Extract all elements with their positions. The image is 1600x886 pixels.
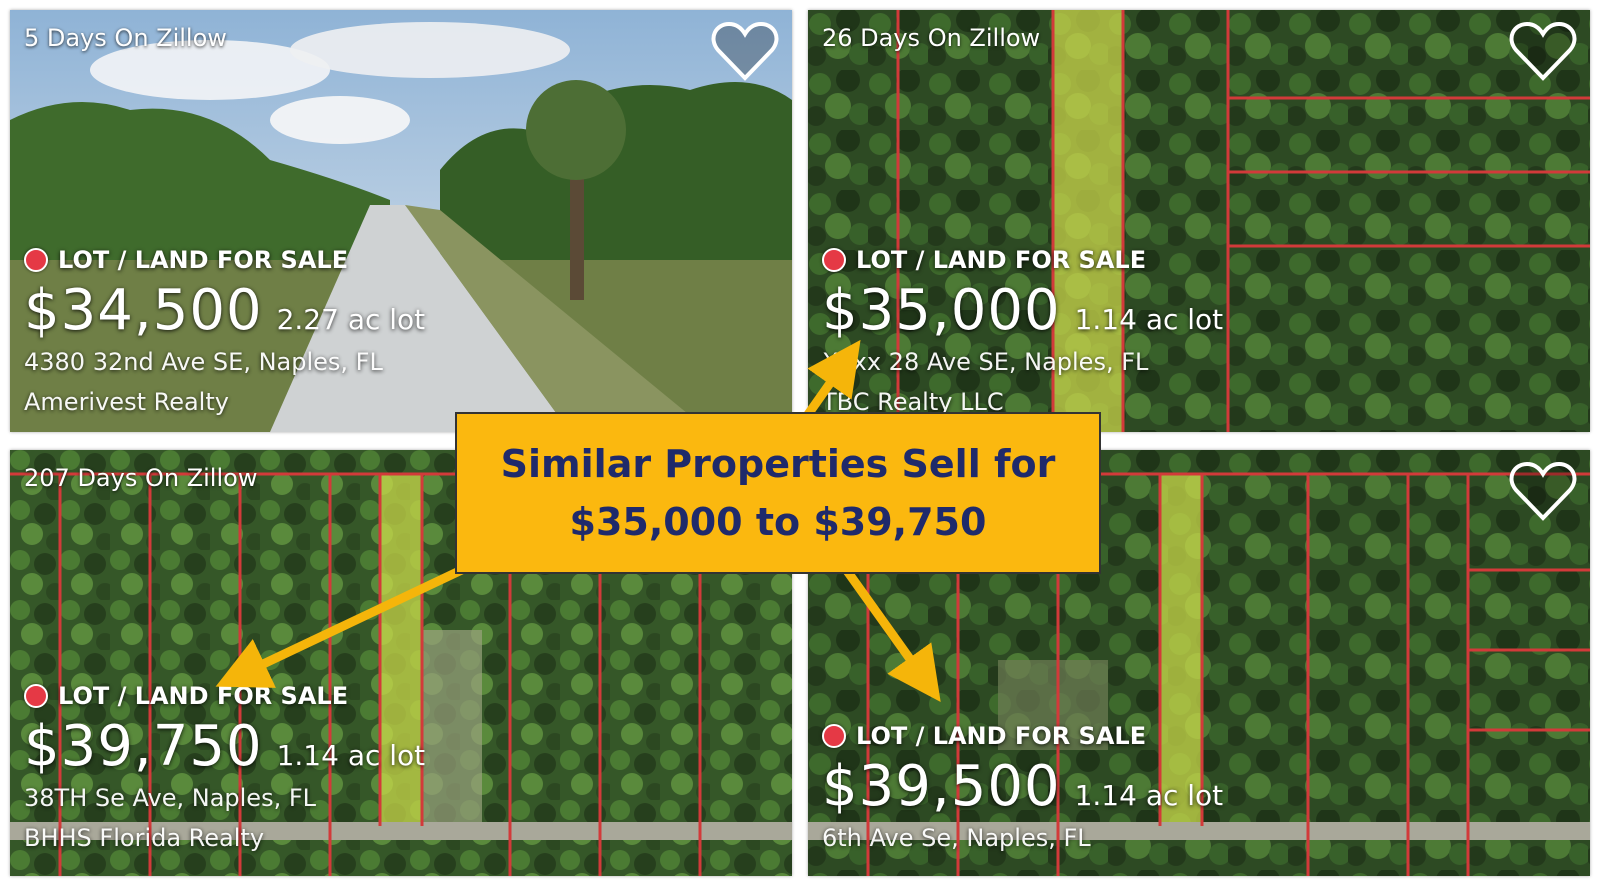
red-dot-icon — [822, 724, 846, 748]
listing-price: $39,750 — [24, 714, 263, 779]
listing-price: $39,500 — [822, 754, 1061, 819]
listing-info: LOT / LAND FOR SALE $39,750 1.14 ac lot … — [24, 678, 425, 858]
lot-size: 1.14 ac lot — [276, 739, 426, 772]
callout-line-1: Similar Properties Sell for — [500, 442, 1056, 486]
heart-outline-icon[interactable] — [1508, 460, 1578, 524]
price-range-callout: Similar Properties Sell for $35,000 to $… — [455, 412, 1101, 574]
listing-card-2[interactable]: 26 Days On Zillow LOT / LAND FOR SALE $3… — [808, 10, 1590, 432]
listing-info: LOT / LAND FOR SALE $34,500 2.27 ac lot … — [24, 242, 425, 422]
days-on-zillow: 26 Days On Zillow — [822, 24, 1041, 52]
days-on-zillow: 207 Days On Zillow — [24, 464, 258, 492]
listing-address[interactable]: 4380 32nd Ave SE, Naples, FL — [24, 342, 425, 382]
status-label: LOT / LAND FOR SALE — [856, 722, 1147, 750]
heart-outline-icon[interactable] — [710, 20, 780, 84]
listing-status: LOT / LAND FOR SALE — [24, 242, 425, 278]
listing-status: LOT / LAND FOR SALE — [822, 242, 1223, 278]
days-on-zillow: 5 Days On Zillow — [24, 24, 227, 52]
listing-price: $35,000 — [822, 278, 1061, 343]
listing-info: LOT / LAND FOR SALE $35,000 1.14 ac lot … — [822, 242, 1223, 422]
lot-size: 2.27 ac lot — [276, 303, 426, 336]
listing-address[interactable]: Xxxx 28 Ave SE, Naples, FL — [822, 342, 1223, 382]
status-label: LOT / LAND FOR SALE — [856, 246, 1147, 274]
status-label: LOT / LAND FOR SALE — [58, 682, 349, 710]
listing-broker: Amerivest Realty — [24, 388, 229, 416]
status-label: LOT / LAND FOR SALE — [58, 246, 349, 274]
listing-broker: BHHS Florida Realty — [24, 824, 265, 852]
listing-price: $34,500 — [24, 278, 263, 343]
listing-address[interactable]: 6th Ave Se, Naples, FL — [822, 818, 1223, 858]
listing-info: LOT / LAND FOR SALE $39,500 1.14 ac lot … — [822, 718, 1223, 858]
callout-line-2: $35,000 to $39,750 — [569, 500, 987, 544]
lot-size: 1.14 ac lot — [1074, 303, 1224, 336]
listing-status: LOT / LAND FOR SALE — [24, 678, 425, 714]
red-dot-icon — [24, 684, 48, 708]
red-dot-icon — [24, 248, 48, 272]
listing-address[interactable]: 38TH Se Ave, Naples, FL — [24, 778, 425, 818]
listing-card-1[interactable]: 5 Days On Zillow LOT / LAND FOR SALE $34… — [10, 10, 792, 432]
lot-size: 1.14 ac lot — [1074, 779, 1224, 812]
listing-status: LOT / LAND FOR SALE — [822, 718, 1223, 754]
heart-outline-icon[interactable] — [1508, 20, 1578, 84]
red-dot-icon — [822, 248, 846, 272]
